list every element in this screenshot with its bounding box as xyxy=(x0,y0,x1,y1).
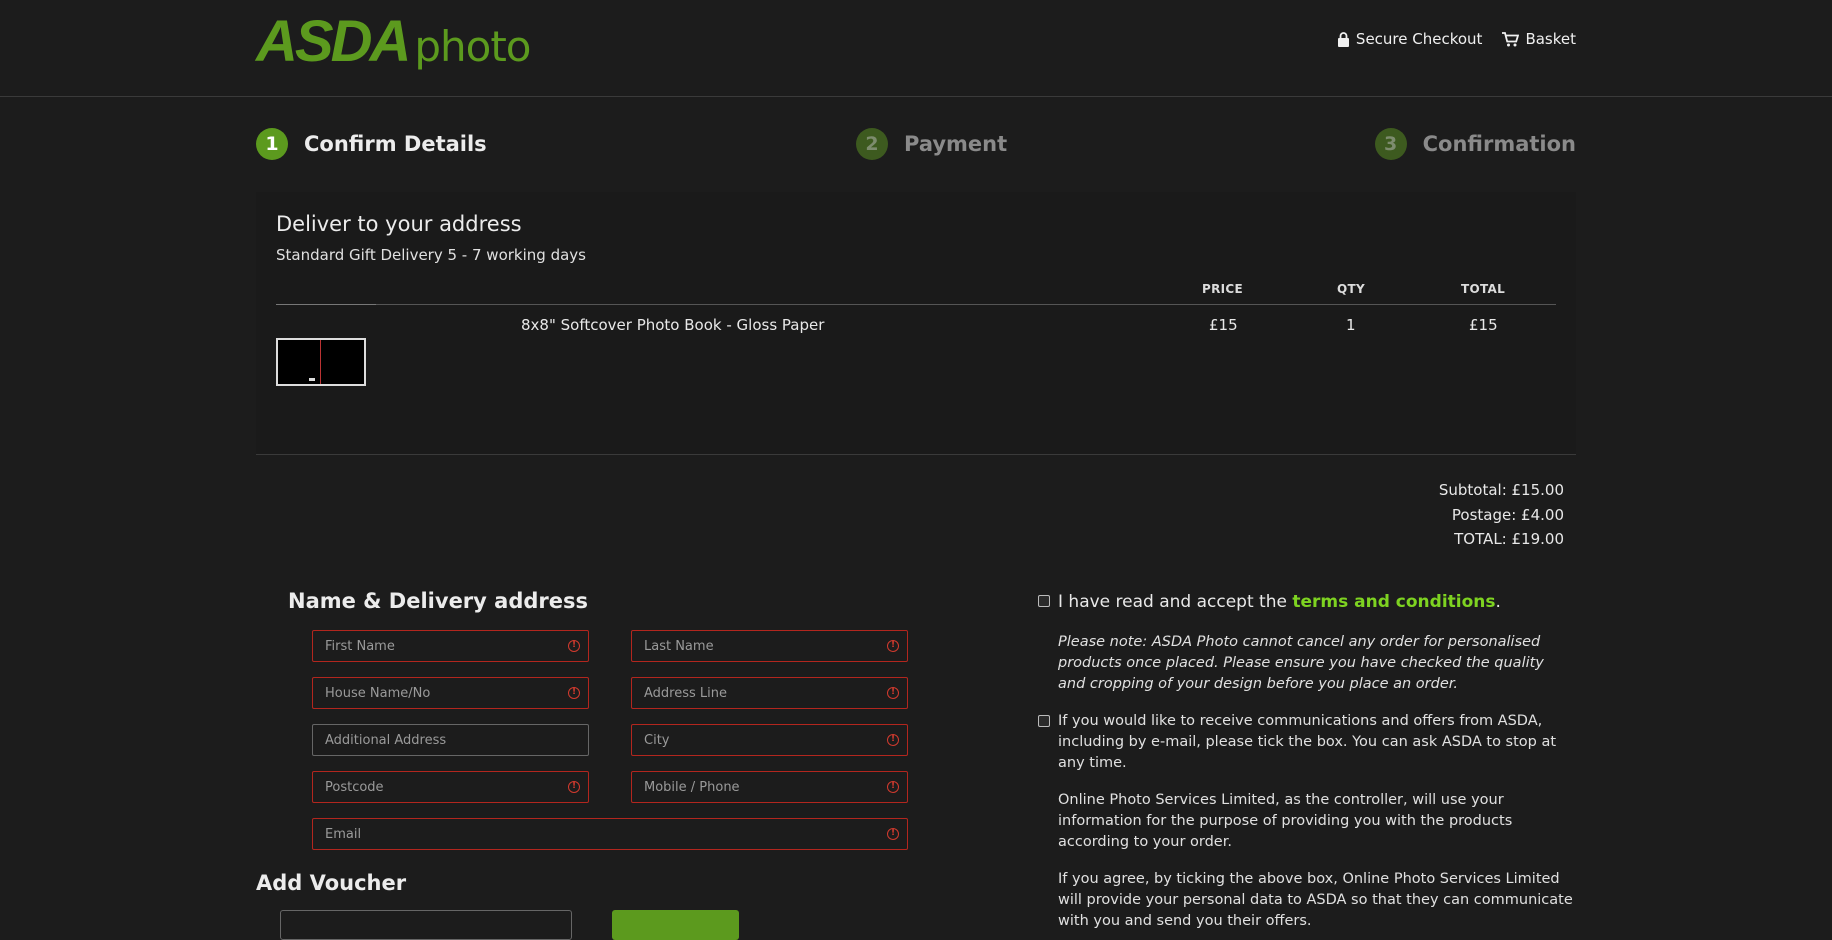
apply-voucher-button[interactable] xyxy=(612,910,739,940)
additional-address-input[interactable] xyxy=(313,725,588,755)
qty-header: QTY xyxy=(1337,282,1365,296)
marketing-text: If you would like to receive communicati… xyxy=(1058,713,1557,771)
terms-label: I have read and accept the terms and con… xyxy=(1058,592,1501,612)
error-icon: ! xyxy=(887,640,899,652)
voucher-input[interactable] xyxy=(280,910,572,940)
secure-checkout-link[interactable]: Secure Checkout xyxy=(1337,30,1482,48)
step-confirm-details: 1 Confirm Details xyxy=(256,128,487,160)
error-icon: ! xyxy=(887,687,899,699)
error-icon: ! xyxy=(887,734,899,746)
phone-input[interactable] xyxy=(632,772,907,802)
postcode-input[interactable] xyxy=(313,772,588,802)
error-icon: ! xyxy=(568,640,580,652)
lock-icon xyxy=(1337,31,1349,47)
phone-field[interactable]: ! xyxy=(631,771,908,803)
price-header: PRICE xyxy=(1202,282,1244,296)
additional-address-field[interactable] xyxy=(312,724,589,756)
subtotal: Subtotal: £15.00 xyxy=(1438,481,1564,499)
terms-link[interactable]: terms and conditions xyxy=(1292,592,1495,612)
postcode-field[interactable]: ! xyxy=(312,771,589,803)
first-name-field[interactable]: ! xyxy=(312,630,589,662)
house-field[interactable]: ! xyxy=(312,677,589,709)
last-name-field[interactable]: ! xyxy=(631,630,908,662)
product-qty: 1 xyxy=(1346,316,1356,334)
product-total: £15 xyxy=(1469,316,1498,334)
controller-text: Online Photo Services Limited, as the co… xyxy=(1058,792,1513,850)
product-price: £15 xyxy=(1209,316,1238,334)
basket-link[interactable]: Basket xyxy=(1502,30,1576,48)
share-text: If you agree, by ticking the above box, … xyxy=(1058,871,1573,929)
cancel-note: Please note: ASDA Photo cannot cancel an… xyxy=(1058,634,1544,692)
address-line-field[interactable]: ! xyxy=(631,677,908,709)
voucher-title: Add Voucher xyxy=(256,871,407,895)
terms-checkbox[interactable] xyxy=(1038,595,1050,607)
error-icon: ! xyxy=(568,687,580,699)
product-name: 8x8" Softcover Photo Book - Gloss Paper xyxy=(521,316,825,334)
grand-total: TOTAL: £19.00 xyxy=(1454,530,1564,548)
marketing-checkbox[interactable] xyxy=(1038,715,1050,727)
error-icon: ! xyxy=(887,828,899,840)
last-name-input[interactable] xyxy=(632,631,907,661)
house-input[interactable] xyxy=(313,678,588,708)
asda-photo-logo[interactable]: ASDA photo xyxy=(256,8,531,75)
address-form-title: Name & Delivery address xyxy=(288,589,588,613)
checkout-steps: 1 Confirm Details 2 Payment 3 Confirmati… xyxy=(256,128,1576,162)
step-confirmation: 3 Confirmation xyxy=(1374,128,1576,160)
product-thumbnail[interactable] xyxy=(276,338,366,386)
total-header: TOTAL xyxy=(1461,282,1506,296)
city-input[interactable] xyxy=(632,725,907,755)
email-input[interactable] xyxy=(313,819,907,849)
order-totals: Subtotal: £15.00 Postage: £4.00 TOTAL: £… xyxy=(1439,478,1564,552)
error-icon: ! xyxy=(887,781,899,793)
divider xyxy=(376,304,1556,305)
step-payment: 2 Payment xyxy=(856,128,1007,160)
delivery-subtitle: Standard Gift Delivery 5 - 7 working day… xyxy=(276,246,586,264)
postage: Postage: £4.00 xyxy=(1451,505,1564,524)
cart-icon xyxy=(1502,31,1520,46)
divider xyxy=(276,304,376,305)
city-field[interactable]: ! xyxy=(631,724,908,756)
header-links: Secure Checkout Basket xyxy=(1337,30,1576,48)
order-summary-panel: Deliver to your address Standard Gift De… xyxy=(256,192,1576,455)
error-icon: ! xyxy=(568,781,580,793)
address-line-input[interactable] xyxy=(632,678,907,708)
first-name-input[interactable] xyxy=(313,631,588,661)
delivery-title: Deliver to your address xyxy=(276,212,522,236)
email-field[interactable]: ! xyxy=(312,818,908,850)
site-header: ASDA photo Secure Checkout Basket xyxy=(0,0,1832,97)
